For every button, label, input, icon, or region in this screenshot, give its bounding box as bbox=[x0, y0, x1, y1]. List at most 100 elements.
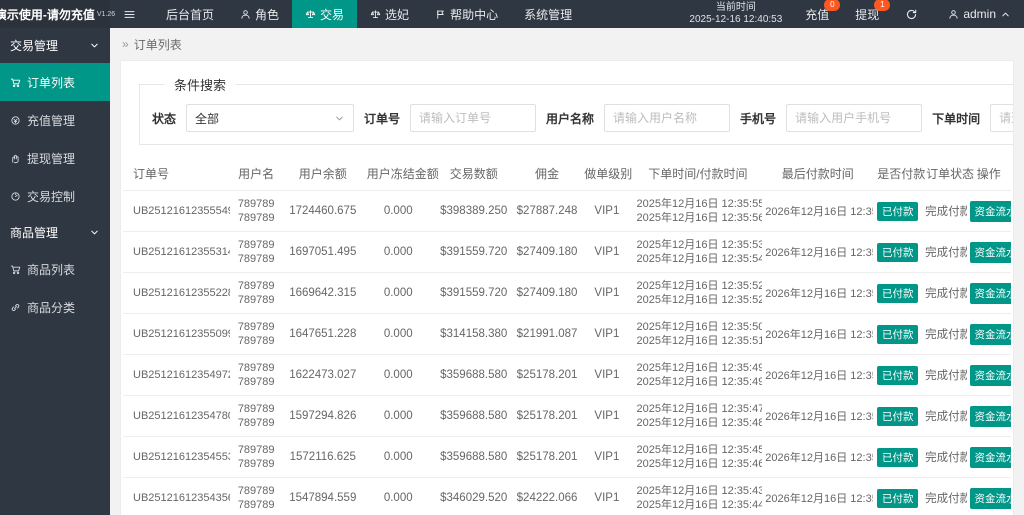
recharge-notice-button[interactable]: 充值 0 bbox=[792, 0, 842, 28]
fund-flow-button[interactable]: 资金流水 bbox=[969, 200, 1011, 222]
col-balance: 用户余额 bbox=[282, 157, 363, 191]
refresh-button[interactable] bbox=[892, 0, 935, 28]
trade-amount: $398389.250 bbox=[433, 190, 514, 232]
commission: $21991.087 bbox=[513, 313, 581, 355]
frozen-amount: 0.000 bbox=[362, 313, 434, 355]
sidebar-item-withdraw[interactable]: 提现管理 bbox=[0, 139, 110, 177]
nav-label: 后台首页 bbox=[166, 7, 215, 22]
col-commission: 佣金 bbox=[513, 157, 581, 191]
frozen-amount: 0.000 bbox=[362, 477, 434, 515]
phone-input[interactable] bbox=[786, 104, 923, 132]
sidebar-group-goods[interactable]: 商品管理 bbox=[0, 215, 110, 250]
fund-flow-button[interactable]: 资金流水 bbox=[969, 364, 1011, 386]
order-no: UB2512161235522835 bbox=[123, 272, 230, 314]
sidebar-item-label: 提现管理 bbox=[27, 151, 76, 166]
breadcrumb-label: 订单列表 bbox=[133, 37, 182, 52]
paid-badge: 已付款 bbox=[876, 242, 919, 262]
vip-level: VIP1 bbox=[580, 272, 634, 314]
sidebar-item-trade-control[interactable]: 交易控制 bbox=[0, 177, 110, 215]
last-pay-time: 2026年12月16日 12:35:52 bbox=[762, 272, 874, 314]
last-pay-time: 2026年12月16日 12:35:43 bbox=[762, 477, 874, 515]
order-time: 2025年12月16日 12:35:45 bbox=[636, 444, 763, 456]
order-time-input[interactable] bbox=[990, 104, 1013, 132]
order-table-body: UB2512161235554990 789789 789789 1724460… bbox=[123, 190, 1011, 515]
fund-flow-button[interactable]: 资金流水 bbox=[969, 323, 1011, 345]
sidebar: 交易管理 订单列表 充值管理 提现管理 交易控制 商品管理 商品列表 商品分类 bbox=[0, 28, 110, 515]
fund-flow-button[interactable]: 资金流水 bbox=[969, 487, 1011, 509]
vip-level: VIP1 bbox=[580, 395, 634, 437]
order-no-input[interactable] bbox=[410, 104, 537, 132]
fund-flow-button[interactable]: 资金流水 bbox=[969, 405, 1011, 427]
fund-flow-button[interactable]: 资金流水 bbox=[969, 282, 1011, 304]
paid-badge: 已付款 bbox=[876, 365, 919, 385]
refresh-icon bbox=[905, 8, 918, 21]
order-no: UB2512161235435683 bbox=[123, 477, 230, 515]
order-time: 2025年12月16日 12:35:47 bbox=[636, 403, 763, 415]
username: admin bbox=[963, 7, 996, 21]
order-time: 2025年12月16日 12:35:49 bbox=[636, 362, 763, 374]
breadcrumb: » 订单列表 bbox=[110, 28, 1024, 60]
sidebar-item-label: 订单列表 bbox=[27, 75, 76, 90]
sidebar-item-order-list[interactable]: 订单列表 bbox=[0, 63, 110, 101]
sidebar-item-label: 商品列表 bbox=[27, 262, 76, 277]
withdraw-notice-button[interactable]: 提现 1 bbox=[842, 0, 892, 28]
cart-icon bbox=[10, 264, 21, 275]
paid-badge: 已付款 bbox=[876, 488, 919, 508]
phone-label: 手机号 bbox=[740, 111, 777, 126]
order-no: UB2512161235497217 bbox=[123, 354, 230, 396]
username-line1: 789789 bbox=[237, 444, 275, 456]
nav-item-help-center[interactable]: 帮助中心 bbox=[422, 0, 511, 28]
nav-item-roles[interactable]: 角色 bbox=[227, 0, 292, 28]
frozen-amount: 0.000 bbox=[362, 272, 434, 314]
order-status: 完成付款 bbox=[922, 231, 967, 273]
trade-amount: $359688.580 bbox=[433, 395, 514, 437]
sidebar-group-trade[interactable]: 交易管理 bbox=[0, 28, 110, 63]
pay-time: 2025年12月16日 12:35:46 bbox=[636, 458, 763, 470]
col-paid: 是否付款 bbox=[873, 157, 925, 191]
user-balance: 1597294.826 bbox=[282, 395, 363, 437]
sidebar-item-goods-category[interactable]: 商品分类 bbox=[0, 288, 110, 326]
fund-flow-button[interactable]: 资金流水 bbox=[969, 241, 1011, 263]
time-value: 2025-12-16 12:40:53 bbox=[689, 14, 783, 25]
fund-flow-button[interactable]: 资金流水 bbox=[969, 446, 1011, 468]
username-line1: 789789 bbox=[237, 485, 275, 497]
order-time: 2025年12月16日 12:35:52 bbox=[636, 280, 763, 292]
order-no: UB2512161235509966 bbox=[123, 313, 230, 355]
commission: $27409.180 bbox=[513, 272, 581, 314]
trade-amount: $391559.720 bbox=[433, 231, 514, 273]
frozen-amount: 0.000 bbox=[362, 395, 434, 437]
status-selected-value: 全部 bbox=[195, 111, 220, 126]
user-name-label: 用户名称 bbox=[546, 111, 595, 126]
username-line2: 789789 bbox=[237, 417, 275, 429]
order-no: UB2512161235531479 bbox=[123, 231, 230, 273]
sidebar-item-recharge[interactable]: 充值管理 bbox=[0, 101, 110, 139]
user-balance: 1622473.027 bbox=[282, 354, 363, 396]
nav-label: 系统管理 bbox=[524, 7, 573, 22]
user-name-input[interactable] bbox=[604, 104, 731, 132]
nav-label: 帮助中心 bbox=[450, 7, 499, 22]
hamburger-icon bbox=[123, 8, 136, 21]
gauge-icon bbox=[10, 191, 21, 202]
nav-label: 角色 bbox=[255, 7, 280, 22]
vip-level: VIP1 bbox=[580, 231, 634, 273]
trade-amount: $359688.580 bbox=[433, 354, 514, 396]
pay-time: 2025年12月16日 12:35:48 bbox=[636, 417, 763, 429]
sidebar-item-goods-list[interactable]: 商品列表 bbox=[0, 250, 110, 288]
nav-item-home[interactable]: 后台首页 bbox=[153, 0, 227, 28]
nav-item-xuanfei[interactable]: 选妃 bbox=[357, 0, 422, 28]
commission: $24222.066 bbox=[513, 477, 581, 515]
user-balance: 1669642.315 bbox=[282, 272, 363, 314]
table-row: UB2512161235455398 789789 789789 1572116… bbox=[123, 436, 1011, 478]
last-pay-time: 2026年12月16日 12:35:45 bbox=[762, 436, 874, 478]
user-menu[interactable]: admin bbox=[935, 0, 1024, 28]
sidebar-item-label: 充值管理 bbox=[27, 113, 76, 128]
table-row: UB2512161235509966 789789 789789 1647651… bbox=[123, 313, 1011, 355]
username-line1: 789789 bbox=[237, 362, 275, 374]
col-username: 用户名 bbox=[229, 157, 283, 191]
nav-item-system[interactable]: 系统管理 bbox=[511, 0, 585, 28]
nav-item-trade[interactable]: 交易 bbox=[292, 0, 358, 28]
status-select[interactable]: 全部 bbox=[186, 104, 355, 132]
sidebar-toggle-button[interactable] bbox=[110, 0, 153, 28]
commission: $25178.201 bbox=[513, 436, 581, 478]
